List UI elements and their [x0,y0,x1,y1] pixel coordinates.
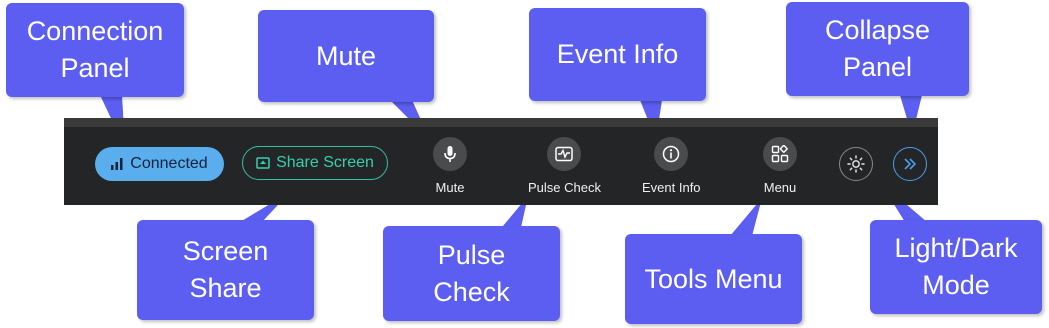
light-dark-mode-button[interactable] [839,147,873,181]
microphone-icon [433,137,467,171]
share-screen-icon [256,157,270,169]
sun-icon [847,155,865,173]
callout-event-info: Event Info [529,8,706,101]
callout-light-dark-mode: Light/Dark Mode [870,220,1042,314]
pulse-check-label: Pulse Check [528,180,601,195]
callout-connection-panel: Connection Panel [6,3,184,97]
connected-label: Connected [130,155,208,172]
event-info-button[interactable]: Event Info [642,137,701,195]
callout-tools-menu: Tools Menu [625,234,802,324]
mute-label: Mute [435,180,465,195]
tools-menu-icon [763,137,797,171]
collapse-panel-button[interactable] [893,147,927,181]
callout-screen-share: Screen Share [137,220,314,320]
share-screen-label: Share Screen [276,154,374,171]
menu-label: Menu [763,180,797,195]
share-screen-button[interactable]: Share Screen [242,146,388,180]
info-icon [654,137,689,171]
pulse-check-icon [547,137,582,171]
callout-collapse-panel: Collapse Panel [786,2,969,96]
signal-bars-icon [111,158,123,170]
callout-mute: Mute [258,10,434,102]
callout-pulse-check: Pulse Check [383,226,560,321]
event-info-label: Event Info [642,180,701,195]
chevron-double-right-icon [904,158,917,170]
mute-button[interactable]: Mute [433,137,467,195]
connection-panel-button[interactable]: Connected [95,147,224,181]
tools-menu-button[interactable]: Menu [763,137,797,195]
pulse-check-button[interactable]: Pulse Check [528,137,601,195]
meeting-toolbar: Connected Share Screen Mute Pulse Check [64,118,938,205]
